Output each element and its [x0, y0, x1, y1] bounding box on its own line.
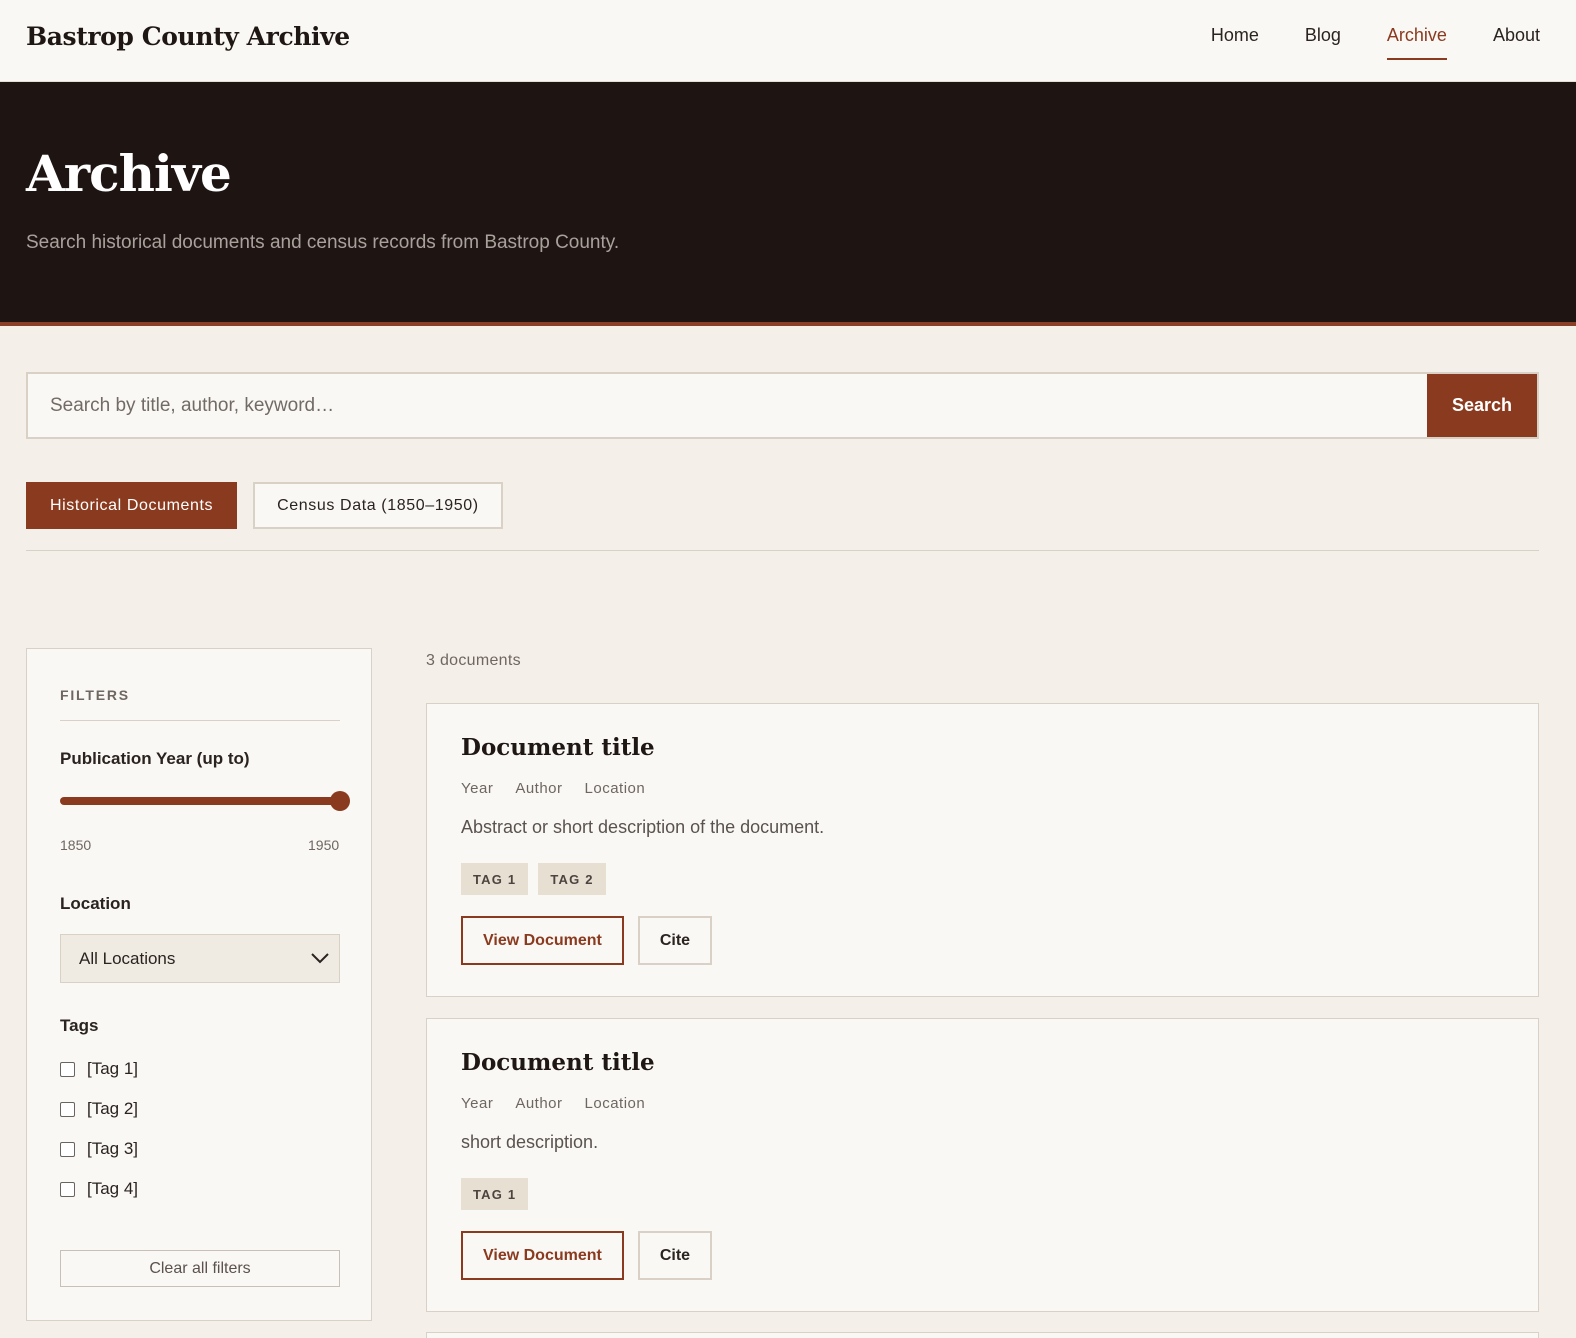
tag-badge: TAG 2 — [538, 863, 606, 895]
document-meta: Year Author Location — [461, 1095, 645, 1112]
tag-checkbox-label: [Tag 3] — [87, 1139, 139, 1158]
nav-blog[interactable]: Blog — [1305, 25, 1341, 60]
tag-checkbox-label: [Tag 2] — [87, 1099, 139, 1118]
document-actions: View Document Cite — [461, 916, 713, 965]
document-card: Document title Year Author Location shor… — [426, 1018, 1539, 1312]
document-description: short description. — [461, 1132, 599, 1152]
document-location: Location — [584, 780, 646, 797]
tag-badge: TAG 1 — [461, 863, 529, 895]
document-card: Document title Year Author Location Abst… — [426, 703, 1539, 997]
site-title[interactable]: Bastrop County Archive — [26, 22, 350, 51]
location-filter-label: Location — [60, 894, 131, 913]
year-slider[interactable] — [60, 791, 350, 811]
tag-badge: TAG 1 — [461, 1178, 529, 1210]
tag-checkbox-4[interactable]: [Tag 4] — [60, 1179, 138, 1199]
tag-checkbox-2[interactable]: [Tag 2] — [60, 1099, 138, 1119]
document-author: Author — [515, 1095, 563, 1112]
year-slider-thumb[interactable] — [330, 791, 350, 811]
results-count: 3 documents — [426, 652, 521, 669]
document-year: Year — [461, 780, 494, 797]
nav-archive[interactable]: Archive — [1386, 25, 1447, 60]
page-subtitle: Search historical documents and census r… — [26, 232, 620, 253]
view-document-button[interactable]: View Document — [461, 916, 624, 965]
tags-filter-label: Tags — [60, 1016, 99, 1035]
document-title[interactable]: Document title — [461, 1049, 655, 1076]
tag-checkbox-3[interactable]: [Tag 3] — [60, 1139, 138, 1159]
search-button[interactable]: Search — [1427, 374, 1537, 437]
document-author: Author — [515, 780, 563, 797]
filters-panel: FILTERS Publication Year (up to) 1850 19… — [26, 648, 372, 1321]
document-card-partial — [426, 1332, 1539, 1338]
cite-button[interactable]: Cite — [637, 916, 713, 965]
document-tags: TAG 1 — [461, 1178, 529, 1210]
checkbox[interactable] — [60, 1061, 75, 1077]
tag-checkbox-1[interactable]: [Tag 1] — [60, 1059, 138, 1079]
location-select[interactable]: All Locations — [60, 934, 340, 983]
tag-checkbox-label: [Tag 1] — [87, 1059, 139, 1078]
document-tags: TAG 1 TAG 2 — [461, 863, 606, 895]
main-nav: Home Blog Archive About — [1211, 25, 1540, 60]
document-location: Location — [584, 1095, 646, 1112]
tab-census-data[interactable]: Census Data (1850–1950) — [253, 482, 503, 529]
search-input[interactable] — [28, 374, 1427, 437]
nav-home[interactable]: Home — [1211, 25, 1259, 60]
tag-checkbox-label: [Tag 4] — [87, 1179, 139, 1198]
chevron-down-icon — [311, 953, 329, 964]
document-title[interactable]: Document title — [461, 734, 655, 761]
filters-divider — [60, 720, 340, 721]
document-actions: View Document Cite — [461, 1231, 713, 1280]
year-range-min: 1850 — [60, 837, 92, 853]
hero-banner: Archive Search historical documents and … — [0, 82, 1576, 326]
search-bar: Search — [26, 372, 1539, 439]
filters-heading: FILTERS — [60, 687, 130, 703]
archive-tabs: Historical Documents Census Data (1850–1… — [26, 482, 503, 529]
document-description: Abstract or short description of the doc… — [461, 817, 825, 837]
clear-filters-button[interactable]: Clear all filters — [60, 1250, 340, 1287]
page-title: Archive — [26, 144, 232, 203]
checkbox[interactable] — [60, 1101, 75, 1117]
checkbox[interactable] — [60, 1181, 75, 1197]
year-range-max: 1950 — [308, 837, 340, 853]
view-document-button[interactable]: View Document — [461, 1231, 624, 1280]
year-filter-label: Publication Year (up to) — [60, 749, 250, 768]
top-navigation-bar: Bastrop County Archive Home Blog Archive… — [0, 0, 1576, 82]
document-year: Year — [461, 1095, 494, 1112]
checkbox[interactable] — [60, 1141, 75, 1157]
location-select-value: All Locations — [79, 948, 176, 968]
tab-historical-documents[interactable]: Historical Documents — [26, 482, 238, 529]
nav-about[interactable]: About — [1493, 25, 1540, 60]
cite-button[interactable]: Cite — [637, 1231, 713, 1280]
section-divider — [26, 550, 1539, 551]
document-meta: Year Author Location — [461, 780, 645, 797]
